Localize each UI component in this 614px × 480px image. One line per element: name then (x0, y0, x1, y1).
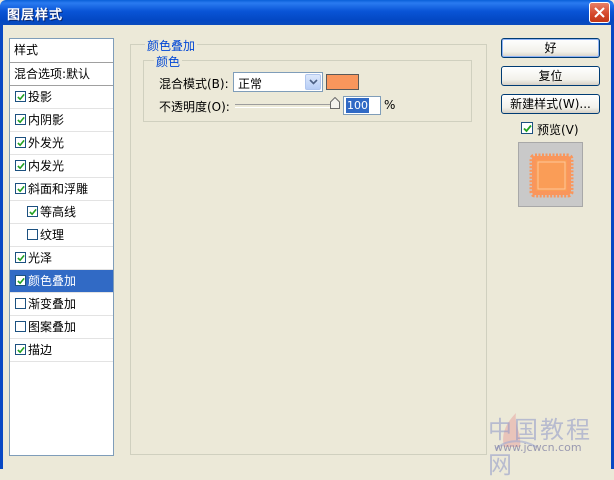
window-title: 图层样式 (7, 8, 64, 23)
style-item-11[interactable]: 描边 (10, 339, 113, 362)
style-item-10[interactable]: 图案叠加 (10, 316, 113, 339)
blending-options-item[interactable]: 混合选项:默认 (10, 63, 113, 86)
dropdown-arrow[interactable] (305, 74, 321, 90)
style-item-checkbox[interactable] (15, 183, 26, 194)
checkmark-icon (17, 277, 25, 285)
title-bar: 图层样式 (0, 0, 614, 25)
style-item-checkbox[interactable] (27, 206, 38, 217)
chevron-down-icon (309, 79, 318, 85)
new-style-button[interactable]: 新建样式(W)... (501, 94, 600, 114)
blend-mode-select[interactable]: 正常 (233, 72, 323, 92)
color-overlay-title: 颜色叠加 (145, 37, 198, 54)
ok-button[interactable]: 好 (501, 38, 600, 58)
checkmark-icon (17, 139, 25, 147)
style-item-label: 等高线 (40, 205, 77, 219)
style-list: 样式 混合选项:默认 投影内阴影外发光内发光斜面和浮雕等高线纹理光泽颜色叠加渐变… (9, 38, 114, 456)
style-item-6[interactable]: 纹理 (10, 224, 113, 247)
close-icon (594, 7, 605, 18)
style-item-checkbox[interactable] (15, 91, 26, 102)
opacity-slider-thumb[interactable] (330, 97, 340, 109)
style-item-label: 描边 (28, 343, 53, 357)
checkmark-icon (17, 162, 25, 170)
style-item-7[interactable]: 光泽 (10, 247, 113, 270)
reset-button[interactable]: 复位 (501, 66, 600, 86)
opacity-slider-track[interactable] (235, 104, 340, 108)
style-item-checkbox[interactable] (15, 114, 26, 125)
style-item-checkbox[interactable] (15, 137, 26, 148)
checkmark-icon (17, 185, 25, 193)
style-item-1[interactable]: 内阴影 (10, 109, 113, 132)
checkmark-icon (17, 116, 25, 124)
style-item-checkbox[interactable] (15, 344, 26, 355)
style-item-label: 颜色叠加 (28, 274, 77, 288)
opacity-unit: % (384, 98, 396, 112)
checkmark-icon (523, 124, 532, 133)
style-item-label: 纹理 (40, 228, 65, 242)
watermark-url: www.jcwcn.com (494, 441, 582, 454)
style-preview-thumbnail (518, 142, 583, 207)
style-item-4[interactable]: 斜面和浮雕 (10, 178, 113, 201)
style-item-label: 内发光 (28, 159, 65, 173)
preview-swatch-icon (529, 153, 574, 198)
style-item-3[interactable]: 内发光 (10, 155, 113, 178)
style-item-label: 外发光 (28, 136, 65, 150)
style-item-checkbox[interactable] (15, 321, 26, 332)
style-item-label: 斜面和浮雕 (28, 182, 89, 196)
style-item-0[interactable]: 投影 (10, 86, 113, 109)
style-item-8[interactable]: 颜色叠加 (10, 270, 113, 293)
style-item-checkbox[interactable] (15, 252, 26, 263)
style-item-label: 投影 (28, 90, 53, 104)
style-item-label: 内阴影 (28, 113, 65, 127)
preview-label[interactable]: 预览(V) (537, 121, 579, 138)
blend-mode-label: 混合模式(B): (159, 77, 229, 91)
style-item-5[interactable]: 等高线 (10, 201, 113, 224)
style-item-label: 渐变叠加 (28, 297, 77, 311)
style-item-checkbox[interactable] (15, 298, 26, 309)
style-item-9[interactable]: 渐变叠加 (10, 293, 113, 316)
style-item-label: 图案叠加 (28, 320, 77, 334)
color-subgroup-title: 颜色 (154, 53, 183, 70)
blend-mode-value: 正常 (238, 77, 263, 91)
checkmark-icon (17, 254, 25, 262)
style-item-checkbox[interactable] (27, 229, 38, 240)
opacity-value: 100 (346, 98, 369, 113)
checkmark-icon (17, 93, 25, 101)
opacity-label: 不透明度(O): (159, 100, 230, 114)
style-list-header[interactable]: 样式 (10, 39, 113, 63)
style-item-checkbox[interactable] (15, 275, 26, 286)
close-button[interactable] (589, 2, 610, 23)
preview-checkbox[interactable] (521, 122, 533, 134)
style-item-checkbox[interactable] (15, 160, 26, 171)
checkmark-icon (29, 208, 37, 216)
opacity-input[interactable]: 100 (343, 96, 381, 115)
overlay-color-swatch[interactable] (326, 74, 359, 90)
window-frame-left (0, 25, 3, 469)
style-item-label: 光泽 (28, 251, 53, 265)
checkmark-icon (17, 346, 25, 354)
style-item-2[interactable]: 外发光 (10, 132, 113, 155)
